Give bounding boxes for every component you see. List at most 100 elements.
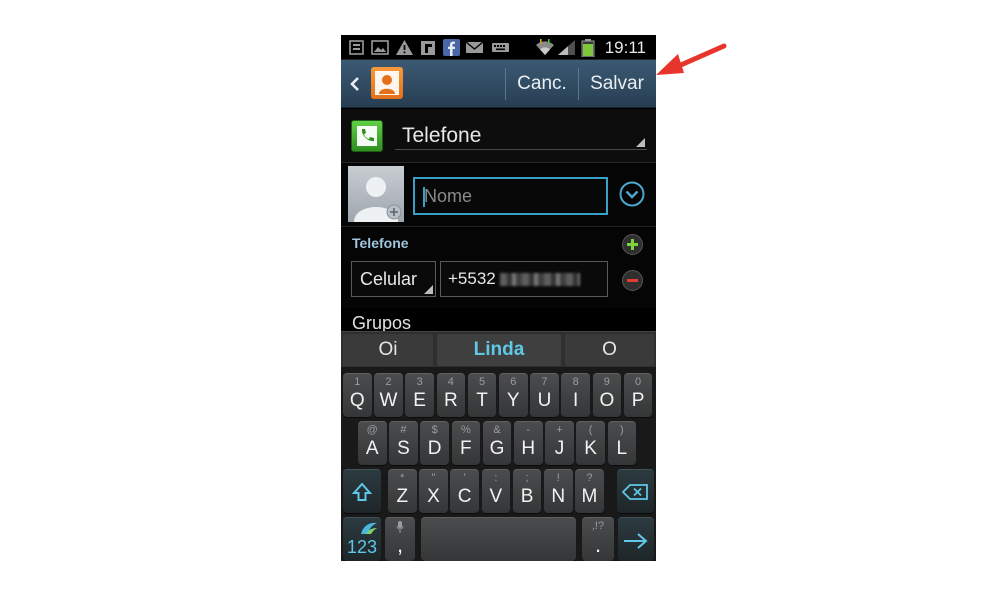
- space-key[interactable]: [421, 517, 576, 561]
- phone-number-field[interactable]: +5532: [440, 261, 608, 297]
- annotation-arrow-icon: [656, 43, 727, 75]
- key-d[interactable]: $ D: [420, 421, 449, 465]
- key-secondary-label: 6: [510, 376, 517, 388]
- key-secondary-label: &: [493, 424, 501, 436]
- key-label: M: [581, 486, 598, 507]
- key-x[interactable]: " X: [419, 469, 448, 513]
- arrow-right-icon: [624, 533, 648, 549]
- keyboard-icon: [491, 39, 510, 56]
- contacts-app-icon[interactable]: [371, 67, 403, 99]
- contact-photo[interactable]: [348, 166, 404, 222]
- phone-type-dropdown[interactable]: Celular: [351, 261, 436, 297]
- key-c[interactable]: ' C: [450, 469, 479, 513]
- key-m[interactable]: ? M: [575, 469, 604, 513]
- key-secondary-label: 1: [354, 376, 361, 388]
- key-s[interactable]: # S: [389, 421, 418, 465]
- back-button[interactable]: [347, 72, 363, 96]
- comma-key-label: ,: [396, 532, 404, 557]
- key-secondary-label: 7: [541, 376, 548, 388]
- shift-arrow-icon: [351, 482, 373, 501]
- key-w[interactable]: 2W: [374, 373, 403, 417]
- key-label: X: [427, 486, 440, 507]
- shift-key[interactable]: [343, 469, 381, 513]
- chevron-down-circle-icon: [619, 181, 645, 207]
- key-z[interactable]: * Z: [388, 469, 417, 513]
- key-l[interactable]: ) L: [607, 421, 637, 465]
- phone-type-label: Celular: [360, 269, 418, 289]
- dropdown-corner-icon: [636, 138, 645, 147]
- key-label: J: [554, 438, 565, 459]
- key-e[interactable]: 3E: [405, 373, 434, 417]
- key-label: U: [537, 390, 552, 411]
- key-g[interactable]: & G: [482, 421, 512, 465]
- key-secondary-label: @: [366, 424, 378, 436]
- key-secondary-label: ): [620, 424, 624, 436]
- symbols-key[interactable]: 123: [343, 517, 381, 561]
- enter-key[interactable]: [618, 517, 654, 561]
- key-y[interactable]: 6Y: [499, 373, 528, 417]
- key-secondary-label: 2: [385, 376, 392, 388]
- key-f[interactable]: % F: [451, 421, 481, 465]
- key-label: Y: [506, 390, 520, 411]
- word-suggestion-bar: Oi Linda O: [341, 331, 656, 367]
- image-icon: [371, 39, 389, 56]
- key-r[interactable]: 4R: [436, 373, 466, 417]
- key-o[interactable]: 9O: [592, 373, 622, 417]
- text-cursor: [423, 187, 425, 207]
- key-j[interactable]: + J: [545, 421, 574, 465]
- key-label: I: [573, 390, 579, 411]
- name-field[interactable]: [413, 177, 608, 215]
- soft-keyboard: 1Q2W3E4R5T6Y7U8I9O0P @ A # S $ D% F & G - H + J(K) L …: [341, 367, 656, 561]
- suggestion-center[interactable]: Linda: [437, 334, 561, 366]
- key-n[interactable]: ! N: [544, 469, 573, 513]
- expand-name-button[interactable]: [619, 181, 645, 207]
- backspace-key[interactable]: [617, 469, 654, 513]
- key-a[interactable]: @ A: [358, 421, 387, 465]
- save-button[interactable]: Salvar: [581, 60, 653, 108]
- suggestion-right[interactable]: O: [565, 334, 654, 366]
- key-i[interactable]: 8I: [561, 373, 590, 417]
- account-type-dropdown[interactable]: Telefone: [395, 122, 647, 150]
- backspace-icon: [622, 484, 648, 500]
- wifi-icon: [535, 39, 555, 56]
- key-k[interactable]: (K: [576, 421, 605, 465]
- key-secondary-label: *: [400, 472, 405, 484]
- key-label: R: [443, 390, 458, 411]
- facebook-icon: [443, 39, 460, 56]
- name-input[interactable]: [415, 179, 606, 213]
- key-secondary-label: ?: [586, 472, 593, 484]
- key-secondary-label: -: [526, 424, 531, 436]
- key-secondary-label: +: [556, 424, 563, 436]
- key-label: K: [584, 438, 597, 459]
- gallery-icon: [349, 39, 365, 56]
- redacted-digits: [500, 273, 580, 286]
- period-key-label: .: [594, 532, 602, 557]
- signal-icon: [557, 39, 577, 56]
- key-label: G: [489, 438, 505, 459]
- key-h[interactable]: -H: [514, 421, 543, 465]
- key-t[interactable]: 5T: [467, 373, 497, 417]
- period-key-symbols: ,!?: [591, 520, 605, 532]
- key-secondary-label: 0: [634, 376, 642, 388]
- key-b[interactable]: ; B: [512, 469, 542, 513]
- key-u[interactable]: 7U: [530, 373, 559, 417]
- key-secondary-label: !: [556, 472, 560, 484]
- key-secondary-label: #: [400, 424, 407, 436]
- period-key[interactable]: ,!? .: [582, 517, 614, 561]
- action-bar: Canc. Salvar: [341, 60, 656, 108]
- remove-phone-button[interactable]: [622, 270, 643, 291]
- key-p[interactable]: 0P: [623, 373, 653, 417]
- key-v[interactable]: :V: [481, 469, 511, 513]
- comma-key[interactable]: ,: [385, 517, 415, 561]
- flipboard-icon: [420, 39, 436, 56]
- key-label: F: [460, 438, 472, 459]
- key-label: P: [631, 390, 645, 411]
- cancel-button[interactable]: Canc.: [508, 60, 576, 108]
- name-row: [341, 163, 656, 227]
- key-q[interactable]: 1Q: [343, 373, 372, 417]
- person-silhouette-icon: [354, 177, 402, 222]
- key-secondary-label: 9: [603, 376, 610, 388]
- phone-screen: 19:11 Canc. Salvar Telefone Nome Telefon…: [341, 35, 656, 561]
- add-phone-button[interactable]: [622, 234, 643, 255]
- suggestion-left[interactable]: Oi: [343, 334, 433, 366]
